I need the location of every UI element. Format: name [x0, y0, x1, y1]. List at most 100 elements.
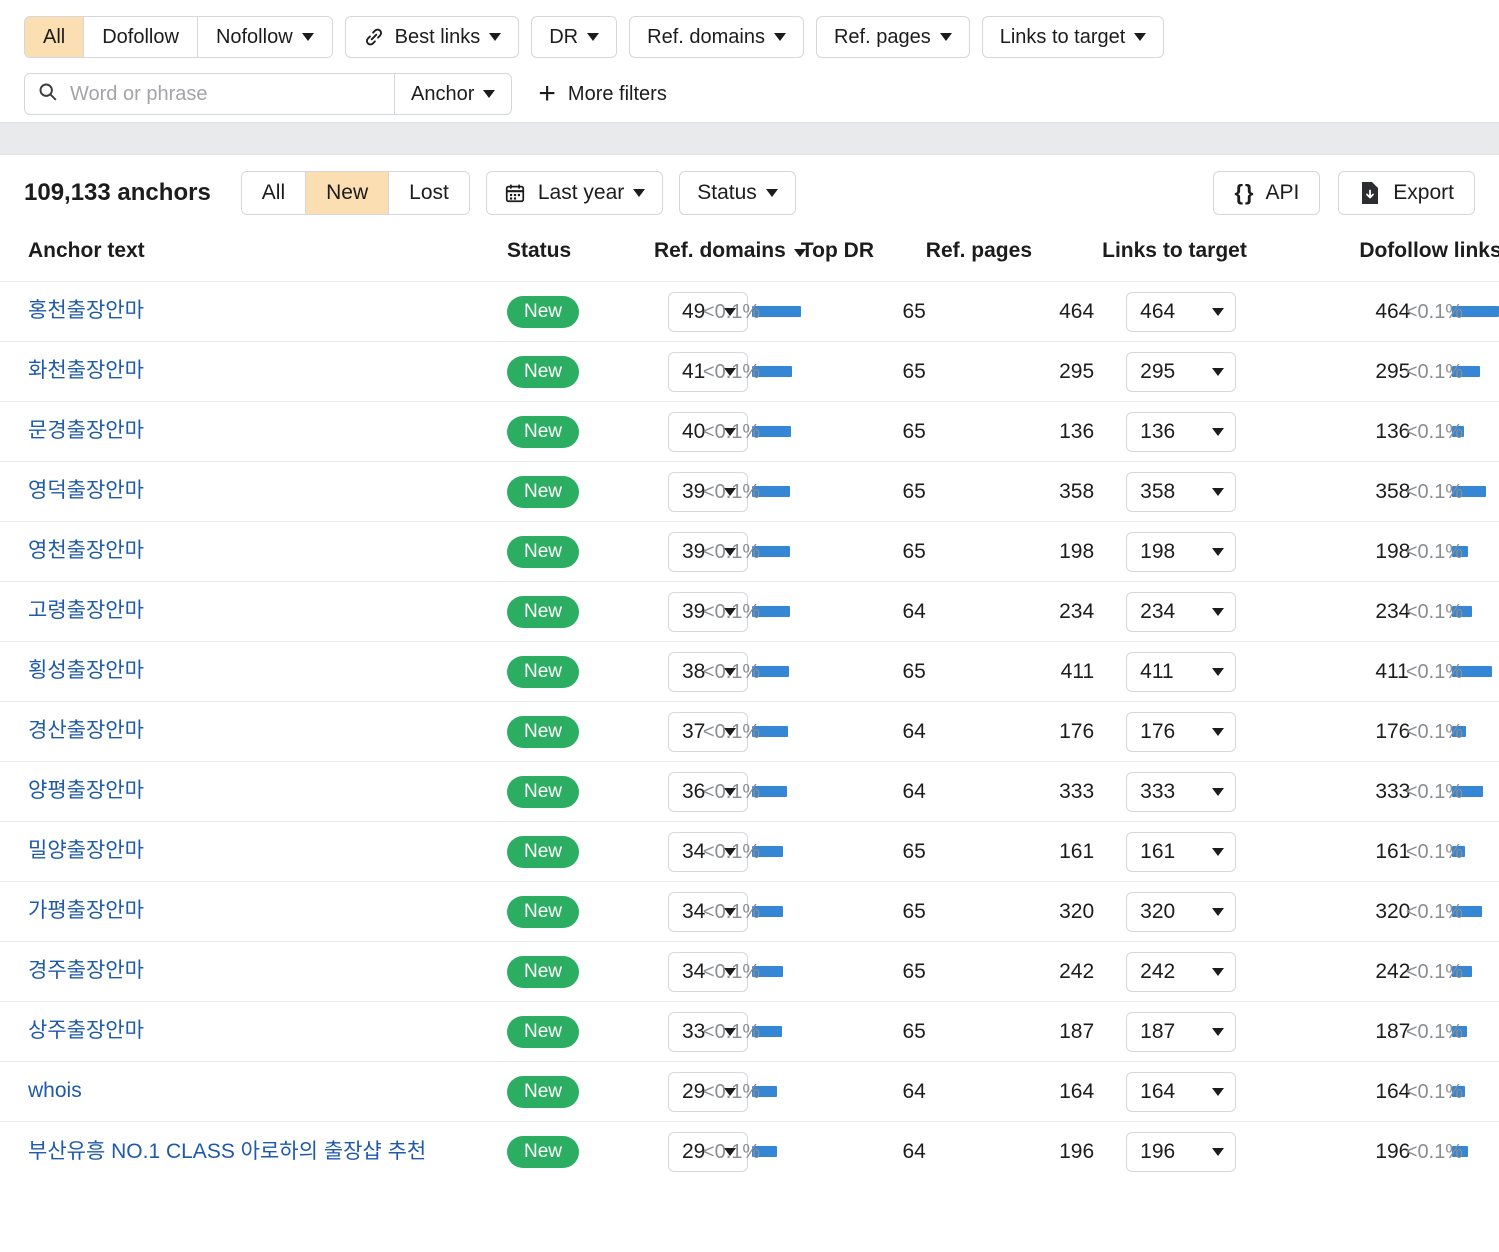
column-header-status[interactable]: Status [507, 231, 654, 282]
chevron-down-icon [1212, 1148, 1224, 1156]
chevron-down-icon [1212, 728, 1224, 736]
status-badge: New [507, 596, 579, 628]
links-to-target-select[interactable]: 176 [1126, 712, 1236, 752]
links-to-target-select[interactable]: 196 [1126, 1132, 1236, 1172]
anchor-text-link[interactable]: 경산출장안마 [28, 717, 144, 745]
cell-dofollow-links: 136 [1359, 402, 1406, 462]
links-to-target-select[interactable]: 187 [1126, 1012, 1236, 1052]
follow-filter-group[interactable]: All Dofollow Nofollow [24, 16, 333, 58]
cell-dofollow-links: 176 [1359, 702, 1406, 762]
anchor-text-link[interactable]: 부산유흥 NO.1 CLASS 아로하의 출장샵 추천 [28, 1138, 426, 1166]
column-header-ref-domains[interactable]: Ref. domains [654, 231, 801, 282]
search-scope-select[interactable]: Anchor [395, 74, 511, 114]
anchor-text-link[interactable]: 문경출장안마 [28, 417, 144, 445]
cell-dofollow-pct: <0.1% [1406, 1002, 1453, 1062]
top-dr-value: 64 [902, 780, 925, 803]
status-badge: New [507, 716, 579, 748]
links-to-target-select[interactable]: 464 [1126, 292, 1236, 332]
tab-all-label: All [262, 181, 285, 205]
dofollow-percent: <0.1% [1406, 841, 1463, 863]
cell-dofollow-links: 234 [1359, 582, 1406, 642]
column-header-dofollow-links[interactable]: Dofollow links [1359, 231, 1499, 282]
chevron-down-icon [1212, 788, 1224, 796]
anchor-text-link[interactable]: 영덕출장안마 [28, 477, 144, 505]
filter-dofollow[interactable]: Dofollow [84, 17, 198, 57]
status-filter-button[interactable]: Status [679, 171, 796, 215]
more-filters-button[interactable]: + More filters [538, 79, 666, 109]
cell-top-dr: 64 [801, 762, 926, 822]
api-button[interactable]: { } API [1213, 171, 1320, 215]
anchor-text-link[interactable]: 영천출장안마 [28, 537, 144, 565]
links-to-target-select[interactable]: 295 [1126, 352, 1236, 392]
links-to-target-select[interactable]: 358 [1126, 472, 1236, 512]
anchor-text-link[interactable]: 홍천출장안마 [28, 297, 144, 325]
filter-nofollow[interactable]: Nofollow [198, 17, 332, 57]
filter-ref-pages[interactable]: Ref. pages [816, 16, 970, 58]
column-header-top-dr[interactable]: Top DR [801, 231, 926, 282]
ref-domains-value: 29 [682, 1140, 705, 1164]
links-to-target-value: 161 [1140, 840, 1175, 864]
links-to-target-select[interactable]: 198 [1126, 532, 1236, 572]
cell-anchor-text: 상주출장안마 [0, 1002, 507, 1062]
date-range-button[interactable]: Last year [486, 171, 663, 215]
cell-links-to-target: 320 [1102, 882, 1359, 942]
column-header-ref-pages[interactable]: Ref. pages [926, 231, 1102, 282]
cell-dofollow-pct: <0.1% [1406, 942, 1453, 1002]
ref-domains-value: 41 [682, 360, 705, 384]
links-to-target-select[interactable]: 320 [1126, 892, 1236, 932]
ref-domains-percent: <0.1% [703, 1021, 760, 1043]
links-to-target-select[interactable]: 164 [1126, 1072, 1236, 1112]
anchor-text-link[interactable]: 화천출장안마 [28, 357, 144, 385]
cell-ref-domains: 33 [654, 1002, 703, 1062]
cell-ref-domains-pct: <0.1% [703, 402, 752, 462]
status-badge: New [507, 1016, 579, 1048]
filter-links-to-target[interactable]: Links to target [982, 16, 1165, 58]
cell-anchor-text: 횡성출장안마 [0, 642, 507, 702]
chevron-down-icon [940, 33, 952, 41]
anchor-text-link[interactable]: 밀양출장안마 [28, 837, 144, 865]
column-header-anchor-text[interactable]: Anchor text [0, 231, 507, 282]
links-to-target-select[interactable]: 242 [1126, 952, 1236, 992]
links-to-target-select[interactable]: 333 [1126, 772, 1236, 812]
search-control: Anchor [24, 73, 512, 115]
table-body: 홍천출장안마New49<0.1%65464464464<0.1%화천출장안마Ne… [0, 282, 1499, 1182]
table-row: 양평출장안마New36<0.1%64333333333<0.1% [0, 762, 1499, 822]
ref-pages-value: 333 [1059, 780, 1094, 803]
filter-all[interactable]: All [25, 17, 84, 57]
cell-anchor-text: 영천출장안마 [0, 522, 507, 582]
anchor-text-link[interactable]: 양평출장안마 [28, 777, 144, 805]
cell-ref-domains: 34 [654, 822, 703, 882]
links-to-target-select[interactable]: 411 [1126, 652, 1236, 692]
anchor-text-link[interactable]: 횡성출장안마 [28, 657, 144, 685]
filter-ref-domains[interactable]: Ref. domains [629, 16, 804, 58]
chevron-down-icon [1212, 848, 1224, 856]
cell-status: New [507, 342, 654, 402]
ref-pages-value: 295 [1059, 360, 1094, 383]
anchor-text-link[interactable]: 가평출장안마 [28, 897, 144, 925]
search-input-wrapper[interactable] [25, 74, 395, 114]
export-button[interactable]: Export [1338, 171, 1475, 215]
filter-best-links[interactable]: Best links [345, 16, 520, 58]
links-to-target-select[interactable]: 234 [1126, 592, 1236, 632]
tab-lost[interactable]: Lost [389, 172, 469, 214]
top-dr-value: 65 [902, 300, 925, 323]
column-header-links-to-target[interactable]: Links to target [1102, 231, 1359, 282]
anchor-text-link[interactable]: 상주출장안마 [28, 1017, 144, 1045]
cell-anchor-text: 홍천출장안마 [0, 282, 507, 342]
filter-dr[interactable]: DR [531, 16, 617, 58]
links-to-target-value: 198 [1140, 540, 1175, 564]
tab-all[interactable]: All [242, 172, 306, 214]
anchor-text-link[interactable]: whois [28, 1077, 82, 1105]
links-to-target-select[interactable]: 161 [1126, 832, 1236, 872]
anchor-text-link[interactable]: 경주출장안마 [28, 957, 144, 985]
chevron-down-icon [1212, 668, 1224, 676]
links-to-target-select[interactable]: 136 [1126, 412, 1236, 452]
tab-new[interactable]: New [306, 172, 389, 214]
cell-status: New [507, 462, 654, 522]
search-icon [37, 81, 68, 107]
anchor-text-link[interactable]: 고령출장안마 [28, 597, 144, 625]
top-dr-value: 65 [902, 840, 925, 863]
status-tab-group[interactable]: All New Lost [241, 171, 470, 215]
cell-ref-pages: 164 [926, 1062, 1102, 1122]
search-input[interactable] [68, 82, 382, 107]
